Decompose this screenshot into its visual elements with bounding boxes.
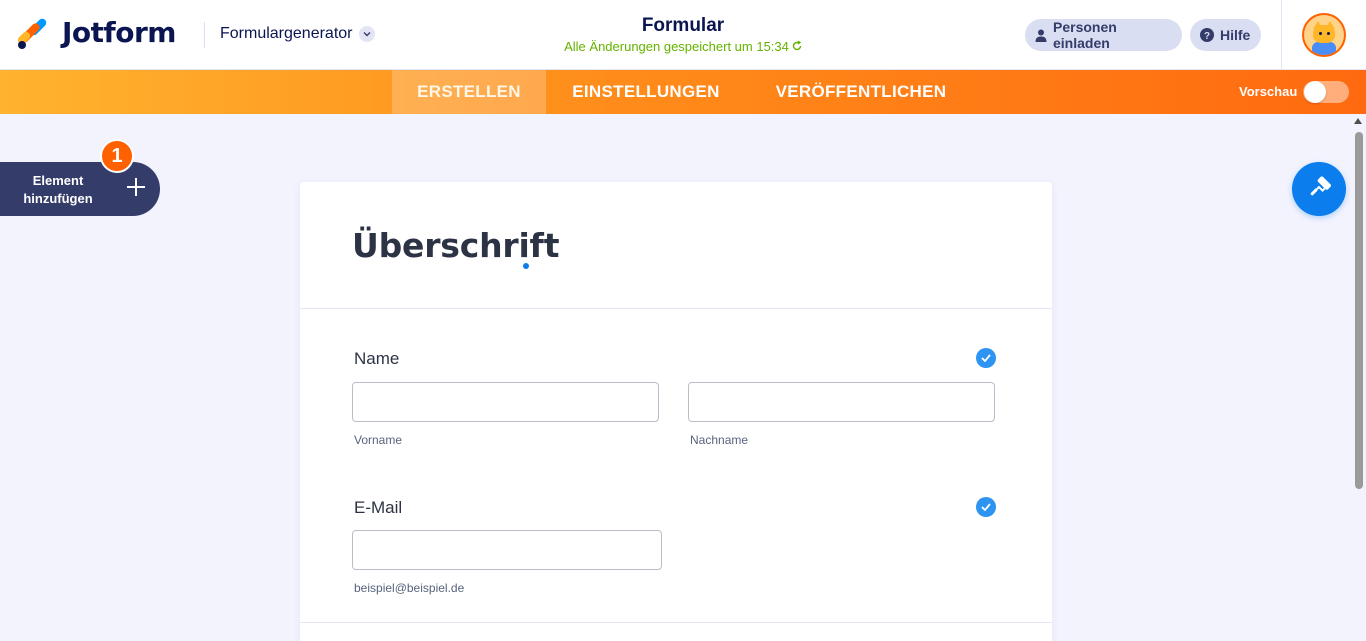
notification-badge: 1 — [100, 139, 134, 173]
invite-people-button[interactable]: Personen einladen — [1025, 19, 1182, 51]
builder-menu-label: Formulargenerator — [220, 25, 353, 42]
user-avatar[interactable] — [1302, 13, 1346, 57]
help-label: Hilfe — [1220, 27, 1251, 43]
first-name-input[interactable] — [352, 382, 659, 422]
paint-roller-icon — [1306, 174, 1332, 205]
add-element-button[interactable]: Element hinzufügen — [0, 162, 160, 216]
page-scrollbar[interactable] — [1352, 114, 1366, 641]
save-status-text: Alle Änderungen gespeichert um 15:34 — [564, 39, 789, 54]
user-icon — [1035, 29, 1047, 42]
required-check-icon[interactable] — [976, 348, 996, 368]
chevron-down-icon — [358, 26, 375, 42]
help-button[interactable]: ? Hilfe — [1190, 19, 1261, 51]
required-check-icon[interactable] — [976, 497, 996, 517]
header-divider-right — [1281, 0, 1282, 70]
builder-navbar: ERSTELLEN EINSTELLUNGEN VERÖFFENTLICHEN … — [0, 70, 1366, 114]
jotform-logo[interactable]: Jotform — [16, 16, 176, 49]
name-field-label[interactable]: Name — [354, 349, 399, 369]
question-icon: ? — [1200, 28, 1214, 42]
tab-settings[interactable]: EINSTELLUNGEN — [546, 70, 746, 114]
email-field-label[interactable]: E-Mail — [354, 498, 402, 518]
jotform-logo-icon — [16, 16, 48, 49]
builder-menu-dropdown[interactable]: Formulargenerator — [220, 25, 375, 43]
first-name-sublabel: Vorname — [354, 433, 403, 447]
scroll-up-arrow-icon[interactable] — [1354, 118, 1362, 124]
cat-avatar-icon — [1304, 15, 1344, 55]
last-name-input[interactable] — [688, 382, 995, 422]
tab-create[interactable]: ERSTELLEN — [392, 70, 546, 114]
toggle-knob — [1304, 81, 1326, 103]
svg-text:?: ? — [1204, 31, 1210, 42]
email-input[interactable] — [352, 530, 662, 570]
email-sublabel: beispiel@beispiel.de — [354, 581, 465, 595]
form-designer-button[interactable] — [1292, 162, 1346, 216]
plus-icon — [126, 175, 146, 201]
header-divider — [204, 22, 205, 48]
invite-people-label: Personen einladen — [1053, 19, 1117, 51]
section-divider — [300, 308, 1052, 309]
add-element-label: Element hinzufügen — [23, 173, 93, 206]
last-name-sublabel: Nachname — [690, 433, 749, 447]
preview-label: Vorschau — [1239, 84, 1298, 99]
form-heading[interactable]: Überschrift — [352, 226, 559, 265]
top-header: Jotform Formulargenerator Formular Alle … — [0, 0, 1366, 70]
scroll-thumb[interactable] — [1355, 132, 1363, 489]
section-divider — [300, 622, 1052, 623]
text-cursor-dot — [523, 263, 529, 269]
logo-text: Jotform — [62, 16, 176, 49]
form-card: Überschrift Name Vorname Nachname E-Mail… — [300, 182, 1052, 641]
tab-publish[interactable]: VERÖFFENTLICHEN — [746, 70, 976, 114]
refresh-icon — [792, 39, 802, 54]
preview-toggle[interactable] — [1303, 81, 1349, 103]
